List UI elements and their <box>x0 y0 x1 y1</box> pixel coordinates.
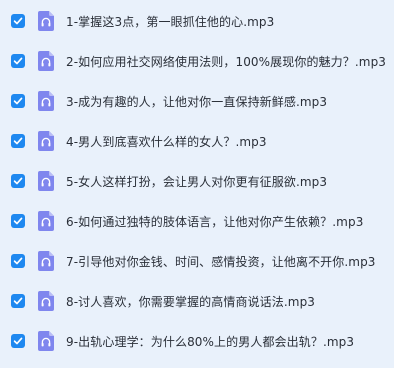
check-icon <box>13 137 23 145</box>
file-name: 8-讨人喜欢，你需要掌握的高情商说话法.mp3 <box>66 294 316 309</box>
file-row[interactable]: 4-男人到底喜欢什么样的女人？.mp3 <box>0 124 394 158</box>
file-checkbox[interactable] <box>11 214 25 228</box>
file-name: 9-出轨心理学：为什么80%上的男人都会出轨？.mp3 <box>66 334 355 349</box>
audio-file-icon <box>38 91 54 111</box>
file-name: 4-男人到底喜欢什么样的女人？.mp3 <box>66 134 267 149</box>
audio-file-icon <box>38 131 54 151</box>
audio-file-icon <box>38 331 54 351</box>
file-name: 6-如何通过独特的肢体语言，让他对你产生依赖？.mp3 <box>66 214 364 229</box>
file-row[interactable]: 6-如何通过独特的肢体语言，让他对你产生依赖？.mp3 <box>0 204 394 238</box>
check-icon <box>13 97 23 105</box>
file-checkbox[interactable] <box>11 54 25 68</box>
file-row[interactable]: 9-出轨心理学：为什么80%上的男人都会出轨？.mp3 <box>0 324 394 358</box>
audio-file-icon <box>38 171 54 191</box>
file-row[interactable]: 7-引导他对你金钱、时间、感情投资，让他离不开你.mp3 <box>0 244 394 278</box>
check-icon <box>13 57 23 65</box>
file-checkbox[interactable] <box>11 334 25 348</box>
audio-file-icon <box>38 291 54 311</box>
file-checkbox[interactable] <box>11 14 25 28</box>
file-checkbox[interactable] <box>11 94 25 108</box>
file-name: 7-引导他对你金钱、时间、感情投资，让他离不开你.mp3 <box>66 254 376 269</box>
file-checkbox[interactable] <box>11 294 25 308</box>
check-icon <box>13 177 23 185</box>
audio-file-icon <box>38 51 54 71</box>
file-row[interactable]: 8-讨人喜欢，你需要掌握的高情商说话法.mp3 <box>0 284 394 318</box>
file-name: 3-成为有趣的人，让他对你一直保持新鲜感.mp3 <box>66 94 328 109</box>
audio-file-icon <box>38 11 54 31</box>
file-row[interactable]: 5-女人这样打扮，会让男人对你更有征服欲.mp3 <box>0 164 394 198</box>
file-checkbox[interactable] <box>11 174 25 188</box>
file-name: 5-女人这样打扮，会让男人对你更有征服欲.mp3 <box>66 174 328 189</box>
file-name: 2-如何应用社交网络使用法则，100%展现你的魅力？.mp3 <box>66 54 387 69</box>
check-icon <box>13 337 23 345</box>
file-row[interactable]: 3-成为有趣的人，让他对你一直保持新鲜感.mp3 <box>0 84 394 118</box>
check-icon <box>13 17 23 25</box>
check-icon <box>13 217 23 225</box>
file-row[interactable]: 2-如何应用社交网络使用法则，100%展现你的魅力？.mp3 <box>0 44 394 78</box>
file-checkbox[interactable] <box>11 134 25 148</box>
file-name: 1-掌握这3点，第一眼抓住他的心.mp3 <box>66 14 275 29</box>
audio-file-icon <box>38 251 54 271</box>
audio-file-icon <box>38 211 54 231</box>
check-icon <box>13 257 23 265</box>
file-row[interactable]: 1-掌握这3点，第一眼抓住他的心.mp3 <box>0 4 394 38</box>
file-checkbox[interactable] <box>11 254 25 268</box>
file-list: 1-掌握这3点，第一眼抓住他的心.mp3 2-如何应用社交网络使用法则，100%展… <box>0 0 394 368</box>
check-icon <box>13 297 23 305</box>
